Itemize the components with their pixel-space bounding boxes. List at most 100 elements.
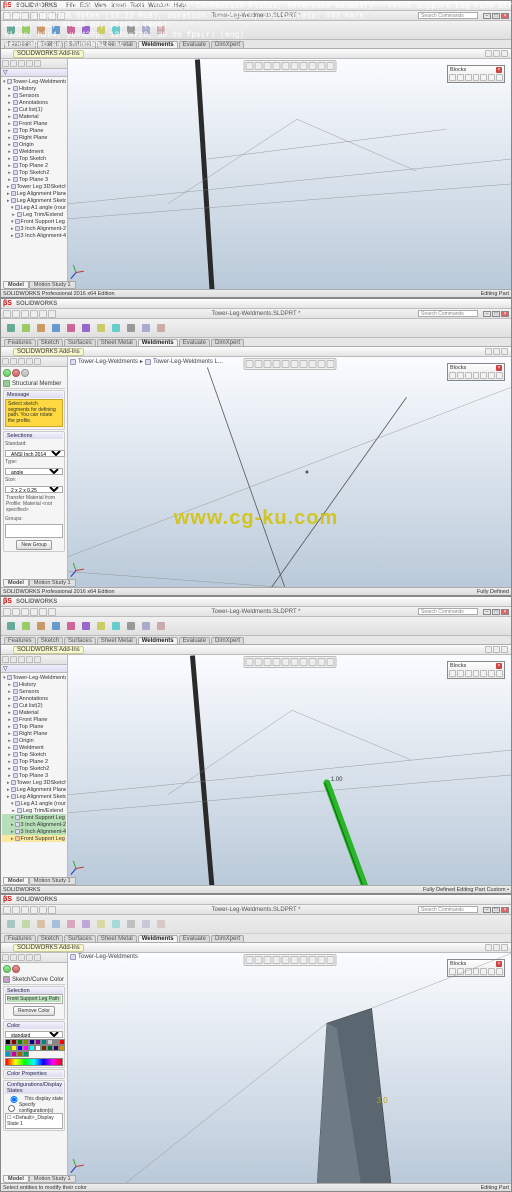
color-scheme-select[interactable]: standard bbox=[5, 1031, 63, 1038]
feature-tree-tab-icon[interactable] bbox=[2, 60, 9, 67]
tree-item[interactable]: ▸Top Sketch bbox=[2, 751, 66, 758]
color-swatch[interactable] bbox=[59, 1045, 65, 1051]
cmd-weld-bead[interactable] bbox=[94, 917, 108, 931]
config-mgr-tab-icon[interactable] bbox=[18, 60, 25, 67]
pm-confirm-buttons[interactable] bbox=[3, 369, 65, 377]
bottom-tabs[interactable]: Model Motion Study 1 bbox=[3, 281, 76, 289]
model-tab[interactable]: Model bbox=[3, 281, 29, 289]
tree-item[interactable]: ▾Leg A1 angle (rounded ends) (AS4345)(1) bbox=[2, 204, 66, 211]
cmd-trim-extend[interactable] bbox=[34, 917, 48, 931]
cmd-chamfer[interactable] bbox=[139, 321, 153, 335]
tree-item[interactable]: ▸History bbox=[2, 85, 66, 92]
cmd-chamfer[interactable] bbox=[139, 619, 153, 633]
cmd-extruded-nboss-base[interactable] bbox=[49, 321, 63, 335]
property-mgr-tab-icon[interactable] bbox=[10, 60, 17, 67]
graphics-viewport[interactable]: Blocks× bbox=[68, 59, 511, 296]
size-select[interactable]: 2 x 2 x 0.25 bbox=[5, 486, 63, 493]
cmd-end-cap[interactable] bbox=[64, 321, 78, 335]
tree-item[interactable]: ▸Leg Trim/Extend bbox=[2, 211, 66, 218]
tree-item[interactable]: ▸Front Plane bbox=[2, 716, 66, 723]
tree-item[interactable]: ▸Material bbox=[2, 709, 66, 716]
tab-evaluate[interactable]: Evaluate bbox=[179, 935, 210, 942]
display-mgr-tab-icon[interactable] bbox=[34, 60, 41, 67]
cmd-extruded-cut[interactable] bbox=[109, 917, 123, 931]
tree-item[interactable]: ▸Origin bbox=[2, 141, 66, 148]
color-swatches[interactable] bbox=[5, 1039, 65, 1057]
tree-item[interactable]: ▸Cut list(1) bbox=[2, 106, 66, 113]
tab-evaluate[interactable]: Evaluate bbox=[179, 637, 210, 644]
color-spectrum[interactable] bbox=[5, 1058, 63, 1066]
cmd-reference-ngeometry[interactable] bbox=[154, 917, 168, 931]
tab-sketch[interactable]: Sketch bbox=[37, 637, 63, 644]
specify-config-radio[interactable] bbox=[5, 1105, 18, 1112]
tab-weldments[interactable]: Weldments bbox=[138, 935, 178, 942]
tab-surfaces[interactable]: Surfaces bbox=[64, 935, 96, 942]
cmd-hole-wizard[interactable] bbox=[124, 321, 138, 335]
filter-bar[interactable]: ▽ bbox=[1, 69, 67, 77]
tree-root[interactable]: ▾Tower-Leg-Weldments (Default<As Machine… bbox=[2, 78, 66, 85]
cmd--d-nsketch[interactable] bbox=[4, 917, 18, 931]
tree-item[interactable]: ▸Cut list(2) bbox=[2, 702, 66, 709]
tree-item[interactable]: ▸Top Sketch2 bbox=[2, 765, 66, 772]
cmd-gusset[interactable] bbox=[79, 619, 93, 633]
tree-item-selected[interactable]: ▸Front Support Leg angle (20X20)(1) bbox=[2, 835, 66, 842]
tree-item[interactable]: ▸Top Plane 3 bbox=[2, 176, 66, 183]
tree-item[interactable]: ▸Right Plane bbox=[2, 134, 66, 141]
cmd-hole-wizard[interactable] bbox=[124, 619, 138, 633]
tab-surfaces[interactable]: Surfaces bbox=[64, 637, 96, 644]
tab-sheet-metal[interactable]: Sheet Metal bbox=[97, 935, 137, 942]
motion-study-tab[interactable]: Motion Study 1 bbox=[29, 281, 76, 289]
remove-color-button[interactable]: Remove Color bbox=[13, 1006, 55, 1016]
tab-dimxpert[interactable]: DimXpert bbox=[211, 935, 244, 942]
tree-item[interactable]: ▸Weldment bbox=[2, 744, 66, 751]
tree-item[interactable]: ▾Leg A1 angle (rounded ends) (AS4345)(1) bbox=[2, 800, 66, 807]
tab-weldments[interactable]: Weldments bbox=[138, 339, 178, 346]
tree-item[interactable]: ▸Sensors bbox=[2, 92, 66, 99]
cmd-gusset[interactable] bbox=[79, 917, 93, 931]
tab-features[interactable]: Features bbox=[4, 339, 36, 346]
tab-features[interactable]: Features bbox=[4, 935, 36, 942]
tab-features[interactable]: Features bbox=[4, 637, 36, 644]
tree-item[interactable]: ▸Leg Alignment Sketch bbox=[2, 793, 66, 800]
cmd-reference-ngeometry[interactable] bbox=[154, 619, 168, 633]
cmd-structural-nmember[interactable] bbox=[19, 321, 33, 335]
tree-item[interactable]: ▸Material bbox=[2, 113, 66, 120]
tree-item[interactable]: ▸3 Inch Alignment-2 bbox=[2, 225, 66, 232]
tree-item[interactable]: ▾Front Support Leg Path bbox=[2, 814, 66, 821]
tree-item[interactable]: ▸Right Plane bbox=[2, 730, 66, 737]
feature-tree[interactable]: ▾Tower-Leg-Weldments (Default<As Machine… bbox=[1, 77, 67, 296]
tree-item[interactable]: ▸Top Sketch bbox=[2, 155, 66, 162]
cmd-structural-nmember[interactable] bbox=[19, 619, 33, 633]
tree-item[interactable]: ▸Origin bbox=[2, 737, 66, 744]
cmd-end-cap[interactable] bbox=[64, 917, 78, 931]
tab-dimxpert[interactable]: DimXpert bbox=[211, 339, 244, 346]
cmd-extruded-nboss-base[interactable] bbox=[49, 917, 63, 931]
cmd-extruded-cut[interactable] bbox=[109, 321, 123, 335]
cmd-extruded-cut[interactable] bbox=[109, 619, 123, 633]
cmd-weld-bead[interactable] bbox=[94, 321, 108, 335]
cmd-extruded-nboss-base[interactable] bbox=[49, 619, 63, 633]
cmd-chamfer[interactable] bbox=[139, 917, 153, 931]
tree-item[interactable]: ▸Leg Alignment Plane bbox=[2, 190, 66, 197]
dimxpert-tab-icon[interactable] bbox=[26, 60, 33, 67]
tree-item[interactable]: ▸Leg Alignment Sketch bbox=[2, 197, 66, 204]
pm-cancel-button[interactable] bbox=[12, 965, 20, 973]
tab-weldments[interactable]: Weldments bbox=[138, 637, 178, 644]
pm-ok-button[interactable] bbox=[3, 965, 11, 973]
tree-item[interactable]: ▸Sensors bbox=[2, 688, 66, 695]
pm-cancel-button[interactable] bbox=[12, 369, 20, 377]
tab-sheet-metal[interactable]: Sheet Metal bbox=[97, 637, 137, 644]
feature-manager-panel[interactable]: ▽ ▾Tower-Leg-Weldments (Default<As Machi… bbox=[1, 655, 68, 892]
tree-item[interactable]: ▸Annotations bbox=[2, 99, 66, 106]
cmd--d-nsketch[interactable] bbox=[4, 619, 18, 633]
cmd-trim-extend[interactable] bbox=[34, 619, 48, 633]
tab-evaluate[interactable]: Evaluate bbox=[179, 339, 210, 346]
property-manager-panel[interactable]: Structural Member Message Select sketch … bbox=[1, 357, 68, 594]
tab-sheet-metal[interactable]: Sheet Metal bbox=[97, 339, 137, 346]
cmd-structural-nmember[interactable] bbox=[19, 917, 33, 931]
tree-item[interactable]: ▸3 Inch Alignment-4 bbox=[2, 828, 66, 835]
tree-item[interactable]: ▸Front Plane bbox=[2, 120, 66, 127]
cmd-weld-bead[interactable] bbox=[94, 619, 108, 633]
pm-ok-button[interactable] bbox=[3, 369, 11, 377]
tab-sketch[interactable]: Sketch bbox=[37, 339, 63, 346]
